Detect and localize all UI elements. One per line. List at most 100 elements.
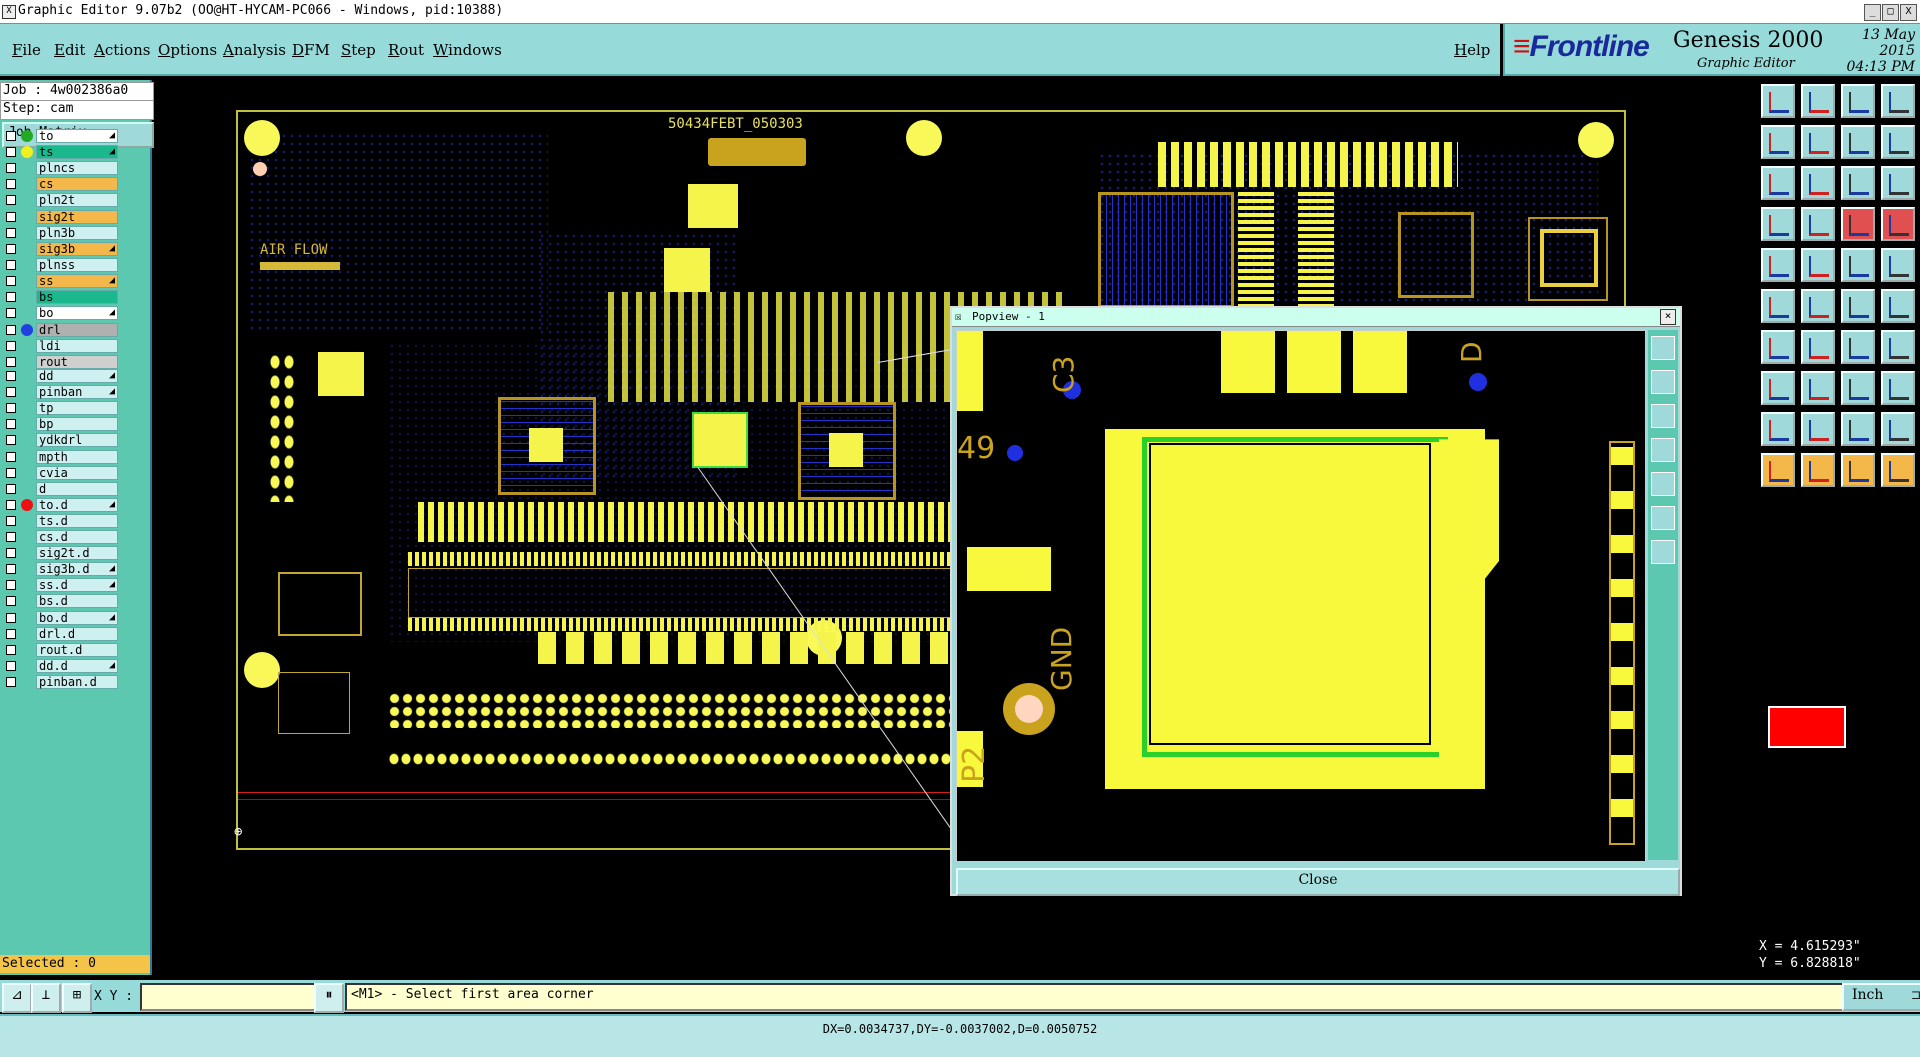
menu-analysis[interactable]: Analysis [223, 41, 286, 59]
layer-row[interactable]: sig3b ◢ [0, 241, 122, 257]
layer-name[interactable]: ldi [36, 339, 118, 354]
maximize-button[interactable]: □ [1882, 4, 1899, 21]
popview-pan-right-icon[interactable] [1651, 472, 1675, 496]
layer-name[interactable]: sig3b ◢ [36, 241, 118, 256]
popview-canvas[interactable]: C3 49 GND D P2 [956, 330, 1646, 862]
layer-name[interactable]: plncs [36, 161, 118, 176]
layer-row[interactable]: bs.d [0, 593, 122, 609]
layer-checkbox[interactable] [6, 403, 16, 414]
home-icon[interactable] [1841, 84, 1875, 118]
zoom-area-icon[interactable]: ⊿ [2, 983, 32, 1013]
layer-checkbox[interactable] [6, 243, 16, 254]
select-arrow-icon[interactable] [1761, 453, 1795, 487]
layer-checkbox[interactable] [6, 357, 16, 368]
measure-icon[interactable]: ⊥ [31, 983, 61, 1013]
grid-icon[interactable]: ⊞ [62, 983, 92, 1013]
unit-selector[interactable]: Inch ⊐ [1842, 983, 1920, 1011]
pause-icon[interactable]: ⏸ [314, 983, 344, 1013]
xy-input[interactable] [140, 983, 316, 1011]
layer-row[interactable]: ts ◢ [0, 144, 122, 160]
popview-close-icon[interactable]: × [1660, 309, 1676, 325]
layer-row[interactable]: sig3b.d ◢ [0, 561, 122, 577]
text-icon[interactable] [1881, 330, 1915, 364]
layer-name[interactable]: dd ◢ [36, 369, 118, 383]
popview-close-button[interactable]: Close [956, 868, 1680, 896]
menu-dfm[interactable]: DFM [292, 41, 330, 59]
layer-checkbox[interactable] [6, 275, 16, 286]
round-pad-icon[interactable] [1881, 248, 1915, 282]
layer-row[interactable]: drl.d [0, 626, 122, 642]
select-polygon-icon[interactable] [1841, 453, 1875, 487]
layer-checkbox[interactable] [6, 435, 16, 446]
layer-status-dot-icon[interactable] [21, 324, 33, 336]
arc-right-icon[interactable] [1841, 289, 1875, 323]
cross-icon[interactable] [1801, 289, 1835, 323]
layer-row[interactable]: tp [0, 400, 122, 416]
layer-name[interactable]: sig3b.d ◢ [36, 562, 118, 577]
pan-left-icon[interactable] [1761, 125, 1795, 159]
layer-checkbox[interactable] [6, 612, 16, 623]
layer-checkbox[interactable] [6, 371, 16, 381]
popview-zoom-icon[interactable] [1651, 336, 1675, 360]
layer-name[interactable]: to.d ◢ [36, 497, 118, 512]
layer-name[interactable]: pln3b [36, 225, 118, 240]
menu-file[interactable]: File [12, 41, 41, 59]
select-net-icon[interactable] [1881, 453, 1915, 487]
layer-name[interactable]: mpth [36, 449, 118, 464]
layer-row[interactable]: pinban.d [0, 674, 122, 690]
menu-rout[interactable]: Rout [388, 41, 424, 59]
split-view-icon[interactable] [1881, 84, 1915, 118]
layer-row[interactable]: ldi [0, 338, 122, 354]
layer-checkbox[interactable] [6, 292, 16, 302]
layer-checkbox[interactable] [6, 644, 16, 655]
layer-name[interactable]: tp [36, 401, 118, 416]
layer-name[interactable]: bs.d [36, 594, 118, 609]
layer-checkbox[interactable] [6, 419, 16, 430]
menu-help[interactable]: Help [1454, 41, 1490, 59]
close-window-button[interactable]: X [1900, 4, 1917, 21]
layer-row[interactable]: ts.d [0, 513, 122, 529]
layer-name[interactable]: cs.d [36, 530, 118, 544]
layer-name[interactable]: bo.d ◢ [36, 610, 118, 625]
app-icon[interactable]: X [2, 5, 16, 19]
layer-row[interactable]: bo ◢ [0, 305, 122, 321]
layer-row[interactable]: cs [0, 176, 122, 192]
layer-row[interactable]: to ◢ [0, 128, 122, 144]
open-layer-icon[interactable] [1761, 84, 1795, 118]
layer-row[interactable]: ss ◢ [0, 273, 122, 289]
layer-checkbox[interactable] [6, 483, 16, 494]
layer-row[interactable]: cs.d [0, 529, 122, 545]
layer-name[interactable]: pinban.d [36, 674, 118, 689]
layer-name[interactable]: ss ◢ [36, 273, 118, 288]
layer-checkbox[interactable] [6, 532, 16, 542]
layer-name[interactable]: ss.d ◢ [36, 578, 118, 593]
layer-checkbox[interactable] [6, 596, 16, 607]
layer-row[interactable]: sig2t.d [0, 545, 122, 561]
layer-row[interactable]: plnss [0, 257, 122, 273]
layer-checkbox[interactable] [6, 451, 16, 462]
layer-checkbox[interactable] [6, 660, 16, 671]
layer-row[interactable]: pln3b [0, 225, 122, 241]
surface-icon[interactable] [1801, 248, 1835, 282]
layer-name[interactable]: cvia [36, 465, 118, 480]
layer-checkbox[interactable] [6, 676, 16, 687]
netlist-icon[interactable] [1841, 207, 1875, 241]
layer-row[interactable]: bp [0, 416, 122, 432]
layer-name[interactable]: dd.d ◢ [36, 658, 118, 673]
triangle-a-icon[interactable] [1801, 412, 1835, 446]
layer-row[interactable]: pln2t [0, 192, 122, 208]
arc-left-icon[interactable] [1881, 289, 1915, 323]
layer-row[interactable]: to.d ◢ [0, 497, 122, 513]
layer-checkbox[interactable] [6, 179, 16, 190]
line-icon[interactable] [1841, 248, 1875, 282]
popview-zoom-fit-icon[interactable] [1651, 506, 1675, 530]
layer-checkbox[interactable] [6, 515, 16, 526]
layer-checkbox[interactable] [6, 325, 16, 335]
layer-checkbox[interactable] [6, 211, 16, 222]
layer-checkbox[interactable] [6, 467, 16, 478]
popview-zoom-home-icon[interactable] [1651, 540, 1675, 564]
line-tool-icon[interactable] [1801, 330, 1835, 364]
layer-name[interactable]: pinban ◢ [36, 385, 118, 400]
popview-pan-left-icon[interactable] [1651, 438, 1675, 462]
layer-checkbox[interactable] [6, 259, 16, 270]
